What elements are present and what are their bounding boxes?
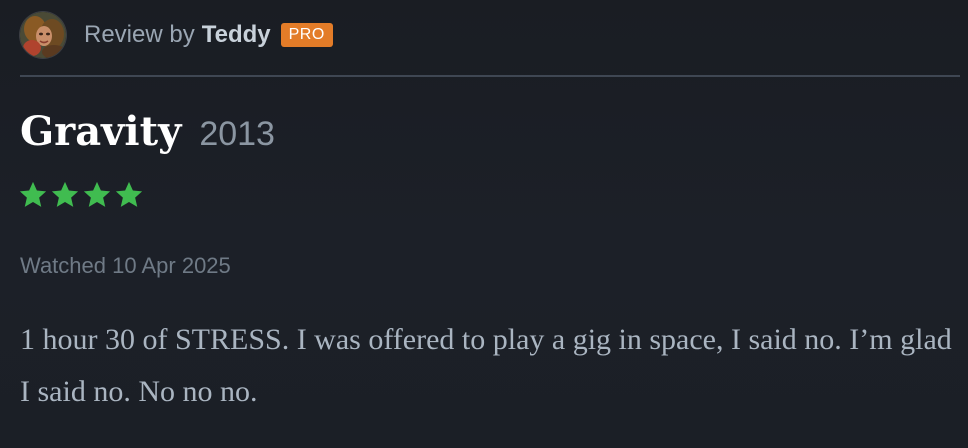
pro-badge: PRO [280,23,333,47]
star-icon [51,181,79,207]
header-divider [20,75,960,77]
star-icon [83,181,111,207]
review-text: 1 hour 30 of STRESS. I was offered to pl… [20,323,952,408]
review-by-label: Review by [84,21,195,48]
star-icon [19,181,47,207]
film-heading: Gravity 2013 [20,108,275,155]
review-by-line: Review by Teddy PRO [84,21,333,49]
film-title-link[interactable]: Gravity [20,108,181,155]
username-link[interactable]: Teddy [202,21,271,49]
avatar-image [20,12,66,58]
user-avatar[interactable] [20,12,66,58]
star-rating [18,180,144,210]
review-header: Review by Teddy PRO [20,12,333,58]
film-year-link[interactable]: 2013 [199,115,275,154]
watched-date: Watched 10 Apr 2025 [20,253,231,278]
star-icon [115,181,143,207]
